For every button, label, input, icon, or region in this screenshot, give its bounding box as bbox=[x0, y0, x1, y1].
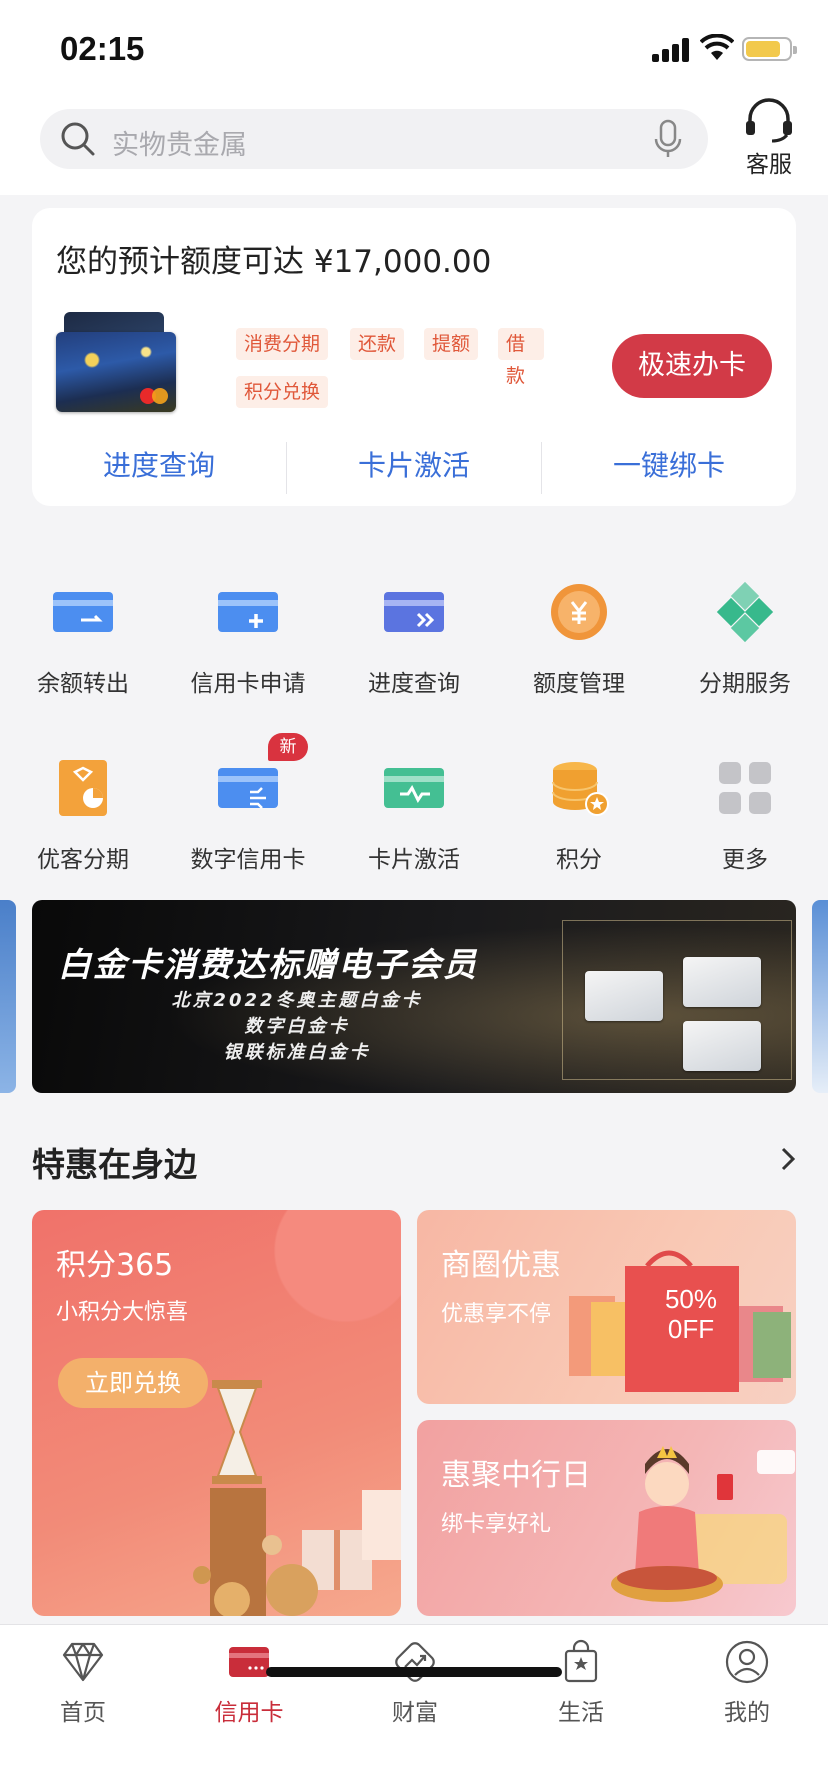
tag-repayment[interactable]: 还款 bbox=[350, 328, 405, 360]
wifi-icon bbox=[700, 34, 734, 60]
limit-management-icon bbox=[551, 584, 607, 640]
chevron-right-icon[interactable] bbox=[778, 1144, 798, 1174]
search-icon bbox=[61, 122, 95, 156]
service-balance-transfer[interactable]: 余额转出 bbox=[0, 560, 166, 700]
quick-link-bind-card[interactable]: 一键绑卡 bbox=[542, 436, 796, 496]
card-apply-icon bbox=[218, 592, 278, 632]
banner-line: 数字白金卡 bbox=[244, 1016, 350, 1037]
discount-off: 0FF bbox=[667, 1314, 715, 1344]
service-card-activate[interactable]: 卡片激活 bbox=[331, 736, 497, 876]
home-indicator bbox=[266, 1667, 562, 1677]
banner-line: 银联标准白金卡 bbox=[223, 1042, 371, 1063]
installment-service-icon bbox=[716, 581, 774, 643]
header: 实物贵金属 客服 bbox=[0, 95, 828, 195]
tab-wealth[interactable]: 财富 bbox=[332, 1639, 498, 1727]
bottom-tab-bar: 首页 信用卡 财富 生活 我的 bbox=[0, 1624, 828, 1792]
diamond-icon bbox=[62, 1642, 104, 1682]
more-grid-icon bbox=[719, 762, 771, 814]
platinum-card-banner[interactable]: 白金卡消费达标赠电子会员 北京2022冬奥主题白金卡 数字白金卡 银联标准白金卡 bbox=[32, 900, 796, 1093]
tab-life[interactable]: 生活 bbox=[498, 1639, 664, 1727]
quick-link-progress[interactable]: 进度查询 bbox=[32, 436, 286, 496]
digital-card-icon bbox=[218, 768, 278, 809]
banner-line: 北京2022冬奥主题白金卡 bbox=[171, 990, 423, 1011]
headset-icon bbox=[746, 98, 792, 143]
points-icon bbox=[552, 762, 609, 816]
battery-icon bbox=[742, 37, 797, 61]
user-profile-icon bbox=[725, 1640, 769, 1684]
banner-prev-peek bbox=[0, 900, 16, 1093]
tab-credit-card[interactable]: 信用卡 bbox=[166, 1639, 332, 1727]
credit-limit-panel: 您的预计额度可达 ¥17,000.00 消费分期 还款 提额 借款 积分兑换 极… bbox=[32, 208, 796, 506]
quick-apply-button[interactable]: 极速办卡 bbox=[612, 334, 772, 398]
offers-section-title: 特惠在身边 bbox=[32, 1145, 197, 1184]
points-365-card[interactable]: 积分365 小积分大惊喜 立即兑换 bbox=[32, 1210, 401, 1616]
shopping-bag-icon bbox=[564, 1639, 598, 1683]
service-digital-card[interactable]: 数字信用卡 bbox=[165, 736, 331, 876]
business-offer-subtitle: 优惠享不停 bbox=[441, 1302, 552, 1327]
tag-loan[interactable]: 借款 bbox=[498, 328, 544, 387]
promo-banner-carousel[interactable]: 白金卡消费达标赠电子会员 北京2022冬奥主题白金卡 数字白金卡 银联标准白金卡 bbox=[0, 900, 828, 1093]
card-activate-icon bbox=[384, 768, 444, 808]
girl-hotpot-illustration bbox=[611, 1446, 795, 1602]
points-subtitle: 小积分大惊喜 bbox=[56, 1300, 189, 1325]
banner-title: 白金卡消费达标赠电子会员 bbox=[58, 945, 478, 984]
new-badge: 新 bbox=[268, 733, 308, 761]
hourglass-gift-illustration bbox=[193, 1380, 401, 1616]
microphone-icon[interactable] bbox=[652, 119, 684, 159]
search-input[interactable]: 实物贵金属 bbox=[40, 109, 708, 169]
points-title: 积分365 bbox=[56, 1248, 174, 1283]
service-more[interactable]: 更多 bbox=[662, 736, 828, 876]
boc-day-offer-card[interactable]: 惠聚中行日 绑卡享好礼 bbox=[417, 1420, 796, 1616]
tag-installment[interactable]: 消费分期 bbox=[236, 328, 329, 360]
progress-query-icon bbox=[384, 592, 444, 632]
credit-card-image bbox=[56, 312, 176, 416]
customer-service-button[interactable]: 客服 bbox=[738, 97, 800, 178]
service-limit-management[interactable]: 额度管理 bbox=[496, 560, 662, 700]
service-card-apply[interactable]: 信用卡申请 bbox=[165, 560, 331, 700]
tag-points-exchange[interactable]: 积分兑换 bbox=[236, 376, 329, 408]
service-installment[interactable]: 分期服务 bbox=[662, 560, 828, 700]
estimated-limit-title: 您的预计额度可达 ¥17,000.00 bbox=[56, 244, 492, 280]
banner-next-peek bbox=[812, 900, 828, 1093]
balance-transfer-icon bbox=[53, 592, 113, 632]
credit-card-icon bbox=[229, 1647, 269, 1677]
tab-mine[interactable]: 我的 bbox=[664, 1639, 828, 1727]
quick-links: 进度查询 卡片激活 一键绑卡 bbox=[32, 436, 796, 496]
discount-percent: 50% bbox=[664, 1284, 718, 1314]
cellular-signal-icon bbox=[652, 38, 692, 62]
service-points[interactable]: 积分 bbox=[496, 736, 662, 876]
wealth-chart-icon bbox=[395, 1642, 435, 1682]
services-grid: 余额转出 信用卡申请 进度查询 额度管理 分期服务 优客分期 数字信用卡 卡片激… bbox=[0, 560, 828, 890]
quick-link-activate[interactable]: 卡片激活 bbox=[287, 436, 541, 496]
service-progress-query[interactable]: 进度查询 bbox=[331, 560, 497, 700]
business-offer-title: 商圈优惠 bbox=[441, 1248, 561, 1283]
boc-day-subtitle: 绑卡享好礼 bbox=[441, 1512, 552, 1537]
banner-card-showcase bbox=[562, 920, 792, 1080]
status-bar: 02:15 bbox=[0, 0, 828, 95]
youke-installment-icon bbox=[59, 760, 107, 816]
tag-limit-increase[interactable]: 提额 bbox=[424, 328, 479, 360]
search-placeholder: 实物贵金属 bbox=[112, 130, 247, 161]
customer-service-label: 客服 bbox=[746, 152, 792, 178]
service-youke-installment[interactable]: 优客分期 bbox=[0, 736, 166, 876]
business-district-offer-card[interactable]: 商圈优惠 优惠享不停 50% 0FF bbox=[417, 1210, 796, 1404]
tab-home[interactable]: 首页 bbox=[0, 1639, 166, 1727]
status-time: 02:15 bbox=[60, 30, 145, 67]
